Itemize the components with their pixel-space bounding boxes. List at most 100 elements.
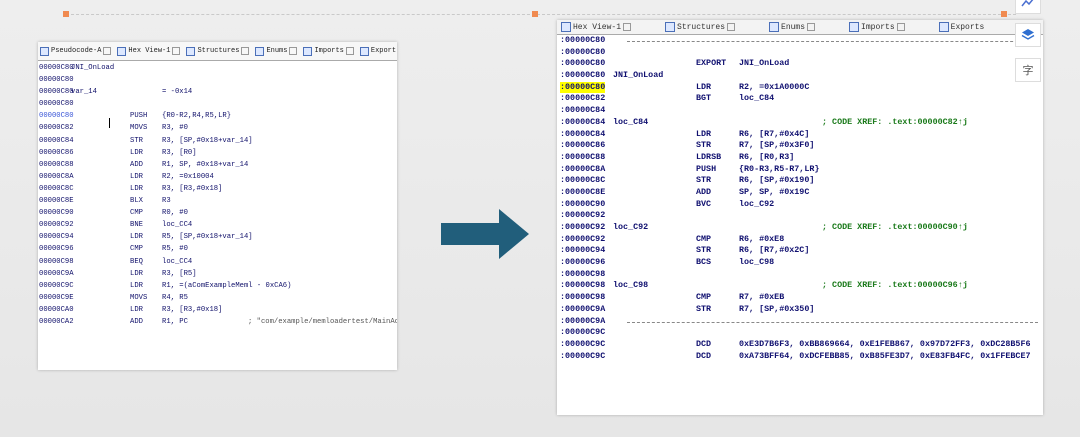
right-code-line[interactable]: :00000C92 loc_C92 ; CODE XREF: .text:00000… (557, 222, 1043, 234)
resize-handle-left[interactable] (63, 11, 69, 17)
left-tab-enums[interactable]: Enums (255, 46, 298, 56)
right-code-line[interactable]: :00000C9C DCD 0xE3D7B6F3, 0xBB869664, 0xE1… (557, 339, 1043, 351)
right-code-line[interactable]: :00000C82 BGT loc_C84 (557, 93, 1043, 105)
right-tab-imports[interactable]: Imports (849, 22, 905, 32)
right-code-line[interactable]: :00000C98 (557, 269, 1043, 281)
left-code-line[interactable]: 00000C98 BEQ loc_CC4 (38, 256, 397, 268)
right-code-line[interactable]: :00000C9A STR R7, [SP,#0x350] (557, 304, 1043, 316)
close-icon[interactable] (345, 47, 354, 55)
left-code-line[interactable]: 00000C84 STR R3, [SP,#0x18+var_14] (38, 135, 397, 147)
right-code-line[interactable]: :00000C80 JNI_OnLoad (557, 70, 1043, 82)
left-tab-imports[interactable]: Imports (303, 46, 354, 56)
right-code-line[interactable]: :00000C8C STR R6, [SP,#0x190] (557, 175, 1043, 187)
left-code-line[interactable]: 00000C80 var_14 = -0x14 (38, 86, 397, 98)
left-code-line[interactable]: 00000C94 LDR R5, [SP,#0x18+var_14] (38, 231, 397, 243)
right-code-line[interactable]: :00000C92 CMP R6, #0xE8 (557, 234, 1043, 246)
left-code-line[interactable]: 00000C82 MOVS R3, #0 (38, 122, 397, 134)
left-code-line[interactable]: 00000C92 BNE loc_CC4 (38, 219, 397, 231)
right-code-line[interactable]: :00000C80 LDR R2, =0x1A0000C (557, 81, 1043, 94)
right-code-line[interactable]: :00000C9A (557, 316, 1043, 328)
right-code-line[interactable]: :00000C98 loc_C98 ; CODE XREF: .text:00000… (557, 280, 1043, 292)
code-mnemonic: BCS (696, 257, 712, 268)
right-tab-hex-view[interactable]: Hex View-1 (561, 22, 632, 32)
code-operands: R7, #0xEB (739, 292, 785, 303)
resize-handle-middle[interactable] (532, 11, 538, 17)
close-icon[interactable] (289, 47, 298, 55)
code-address: :00000C80 (560, 46, 606, 57)
code-address: :00000C90 (560, 198, 606, 209)
structures-icon (186, 46, 196, 56)
left-tab-hex-view[interactable]: Hex View-1 (117, 46, 181, 56)
layers-icon[interactable] (1015, 23, 1041, 47)
right-code-line[interactable]: :00000C88 LDRSB R6, [R0,R3] (557, 152, 1043, 164)
left-code-line[interactable]: 00000C9C LDR R1, =(aComExampleMeml - 0xCA6… (38, 280, 397, 292)
left-code-line[interactable]: 00000CA0 LDR R3, [R3,#0x18] (38, 304, 397, 316)
right-code-line[interactable]: :00000C98 CMP R7, #0xEB (557, 292, 1043, 304)
right-code-line[interactable]: :00000C90 BVC loc_C92 (557, 199, 1043, 211)
chart-icon[interactable] (1015, 0, 1041, 14)
code-address: 00000C8E (39, 197, 74, 206)
left-code-line[interactable]: 00000C86 LDR R3, [R0] (38, 147, 397, 159)
right-code-line[interactable]: :00000C9C (557, 327, 1043, 339)
close-icon[interactable] (241, 47, 250, 55)
right-code-line[interactable]: :00000C86 STR R7, [SP,#0x3F0] (557, 140, 1043, 152)
close-icon[interactable] (727, 23, 736, 31)
left-code-line[interactable]: 00000C90 CMP R0, #0 (38, 207, 397, 219)
separator-line (627, 321, 1038, 323)
right-code-line[interactable]: :00000C94 STR R6, [R7,#0x2C] (557, 245, 1043, 257)
right-tab-structures[interactable]: Structures (665, 22, 736, 32)
left-code-line[interactable]: 00000C9E MOVS R4, R5 (38, 292, 397, 304)
left-code-line[interactable]: 00000C8E BLX R3 (38, 195, 397, 207)
left-code-line[interactable]: 00000CA2 ADD R1, PC ; "com/example/memloade… (38, 316, 397, 328)
left-code-line[interactable]: 00000C9A LDR R3, [R5] (38, 268, 397, 280)
right-code-line[interactable]: :00000C84 LDR R6, [R7,#0x4C] (557, 129, 1043, 141)
left-code-line[interactable]: 00000C8C LDR R3, [R3,#0x18] (38, 183, 397, 195)
right-code-line[interactable]: :00000C92 (557, 210, 1043, 222)
right-code-line[interactable]: :00000C80 (557, 35, 1043, 47)
left-code-line[interactable]: 00000C80 PUSH {R0-R2,R4,R5,LR} (38, 110, 397, 122)
close-icon[interactable] (896, 23, 905, 31)
left-code-line[interactable]: 00000C80 (38, 98, 397, 110)
left-code-line[interactable]: 00000C96 CMP R5, #0 (38, 243, 397, 255)
code-mnemonic: EXPORT (696, 58, 727, 69)
right-code-line[interactable]: :00000C8E ADD SP, SP, #0x19C (557, 187, 1043, 199)
code-address: :00000C8A (560, 163, 606, 174)
text-icon[interactable]: 字 (1015, 58, 1041, 82)
left-code-line[interactable]: 00000C88 ADD R1, SP, #0x18+var_14 (38, 159, 397, 171)
right-code-line[interactable]: :00000C84 loc_C84 ; CODE XREF: .text:00000… (557, 117, 1043, 129)
right-code-line[interactable]: :00000C80 EXPORT JNI_OnLoad (557, 58, 1043, 70)
code-mnemonic: PUSH (696, 163, 717, 174)
right-code-line[interactable]: :00000C8A PUSH {R0-R3,R5-R7,LR} (557, 164, 1043, 176)
code-operands: R7, [SP,#0x3F0] (739, 140, 815, 151)
left-tab-pseudocode[interactable]: Pseudocode-A (40, 46, 112, 56)
code-operands: R3, [R0] (162, 148, 197, 157)
left-tab-exports[interactable]: Export (359, 46, 396, 56)
code-mnemonic: LDR (130, 305, 143, 314)
left-tab-structures[interactable]: Structures (186, 46, 250, 56)
right-code-line[interactable]: :00000C9C DCD 0xA73BFF64, 0xDCFEBB85, 0xB8… (557, 351, 1043, 363)
code-address: 00000C86 (39, 148, 74, 157)
resize-handle-right[interactable] (1001, 11, 1007, 17)
left-code-line[interactable]: 00000C80 JNI_OnLoad (38, 62, 397, 74)
right-tab-exports[interactable]: Exports (938, 22, 984, 32)
close-icon[interactable] (807, 23, 816, 31)
close-icon[interactable] (103, 47, 112, 55)
code-operands: R5, #0 (162, 245, 188, 254)
code-operands: R0, #0 (162, 209, 188, 218)
left-code-line[interactable]: 00000C80 (38, 74, 397, 86)
code-operands: loc_C98 (739, 257, 775, 268)
code-address: :00000C92 (560, 233, 606, 244)
right-code-line[interactable]: :00000C80 (557, 47, 1043, 59)
code-address: :00000C98 (560, 280, 606, 291)
code-operands: R6, [R7,#0x2C] (739, 245, 810, 256)
exports-icon (359, 46, 369, 56)
close-icon[interactable] (623, 23, 632, 31)
left-code-line[interactable]: 00000C8A LDR R2, =0x10004 (38, 171, 397, 183)
right-code-line[interactable]: :00000C96 BCS loc_C98 (557, 257, 1043, 269)
code-operands: R7, [SP,#0x350] (739, 303, 815, 314)
right-code-line[interactable]: :00000C84 (557, 105, 1043, 117)
right-tab-enums[interactable]: Enums (769, 22, 816, 32)
code-address: :00000C80 (560, 35, 606, 45)
code-mnemonic: ADD (130, 160, 143, 169)
close-icon[interactable] (172, 47, 181, 55)
